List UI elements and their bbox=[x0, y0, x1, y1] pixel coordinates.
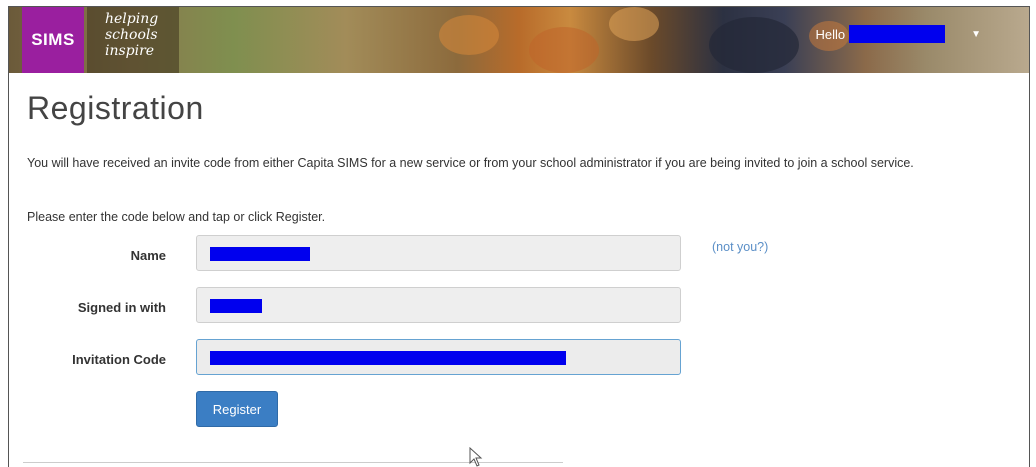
logo-text: SIMS bbox=[31, 30, 75, 49]
mouse-cursor-icon bbox=[469, 447, 483, 467]
intro-text: You will have received an invite code fr… bbox=[27, 156, 914, 170]
redacted-account bbox=[210, 299, 262, 313]
banner-leaf-decoration bbox=[529, 27, 599, 73]
user-menu[interactable]: Hello ▼ bbox=[815, 25, 981, 43]
signed-in-label: Signed in with bbox=[77, 300, 166, 315]
banner-figure-decoration bbox=[709, 17, 799, 73]
signed-in-field bbox=[196, 287, 681, 323]
name-label: Name bbox=[130, 248, 166, 263]
redacted-invitation-code bbox=[210, 351, 566, 365]
chevron-down-icon: ▼ bbox=[971, 28, 981, 40]
invitation-code-input[interactable] bbox=[196, 339, 681, 375]
tagline: helping schools inspire bbox=[87, 7, 179, 73]
browser-frame: SIMS helping schools inspire Hello ▼ Reg… bbox=[8, 6, 1030, 467]
tagline-line: schools bbox=[105, 27, 158, 43]
instruction-text: Please enter the code below and tap or c… bbox=[27, 210, 326, 224]
header-banner: SIMS helping schools inspire Hello ▼ bbox=[9, 7, 1029, 73]
name-field bbox=[196, 235, 681, 271]
redacted-username bbox=[849, 25, 946, 43]
sims-logo[interactable]: SIMS bbox=[22, 7, 84, 73]
tagline-line: helping bbox=[105, 11, 159, 27]
tagline-line: inspire bbox=[105, 43, 155, 59]
banner-leaf-decoration bbox=[439, 15, 499, 55]
register-button[interactable]: Register bbox=[196, 391, 278, 427]
banner-leaf-decoration bbox=[609, 7, 659, 41]
page-title: Registration bbox=[27, 90, 204, 126]
greeting-text: Hello bbox=[815, 26, 846, 42]
redacted-name bbox=[210, 247, 310, 261]
invitation-code-label: Invitation Code bbox=[72, 352, 166, 367]
not-you-link[interactable]: (not you?) bbox=[712, 240, 768, 254]
